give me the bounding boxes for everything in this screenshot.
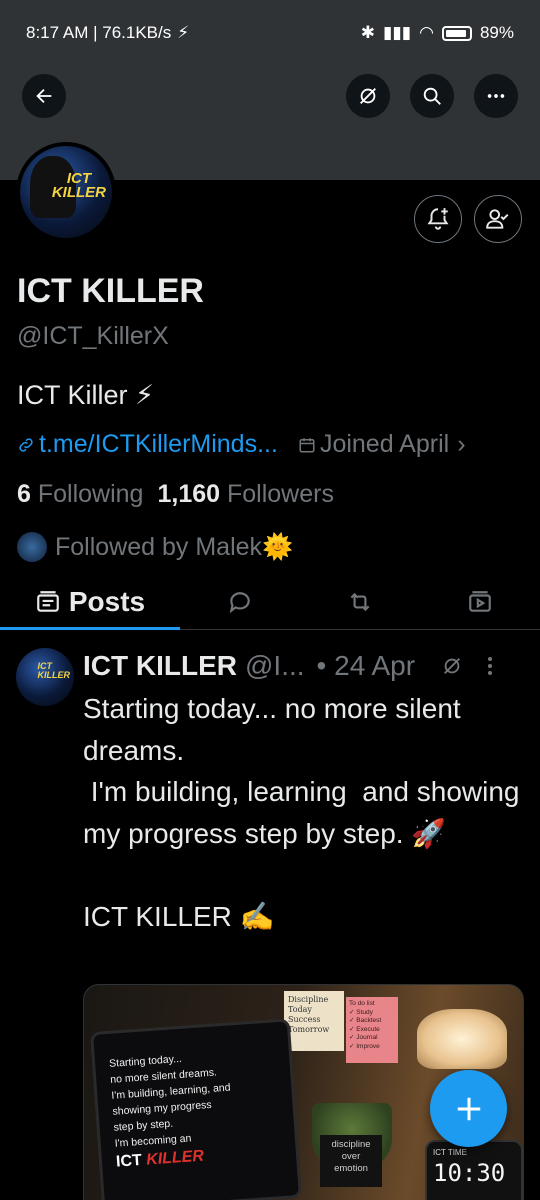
tab-posts[interactable]: Posts: [0, 574, 180, 630]
todo-item: ✓ Execute: [349, 1025, 380, 1033]
laptop-screen-text: Starting today... no more silent dreams.…: [109, 1048, 235, 1152]
more-options-button[interactable]: [474, 74, 518, 118]
repost-icon: [350, 592, 370, 611]
laptop-graphic: Starting today... no more silent dreams.…: [89, 1018, 303, 1200]
post-date[interactable]: • 24 Apr: [317, 650, 416, 682]
followers-count: 1,160: [157, 480, 221, 508]
profile-name: ICT KILLER: [17, 272, 204, 310]
back-button[interactable]: [22, 74, 66, 118]
avatar-logo-text: ICT KILLER: [51, 170, 106, 201]
tab-replies[interactable]: [180, 574, 300, 629]
followed-by[interactable]: Followed by Malek🌞: [17, 532, 293, 562]
grok-icon[interactable]: [441, 655, 463, 677]
laptop-brand-killer: KILLER: [145, 1147, 205, 1169]
status-bar: 8:17 AM | 76.1KB/s ⚡ ✱ ▮▮▮ ◠ 89%: [0, 0, 540, 66]
status-right: ✱ ▮▮▮ ◠ 89%: [361, 23, 514, 43]
back-arrow-icon: [36, 88, 52, 104]
sign-line: discipline: [331, 1139, 371, 1150]
followers-label: Followers: [226, 480, 334, 508]
post-text-line: [83, 854, 523, 896]
note-paper: Discipline Today Success Tomorrow: [284, 991, 344, 1051]
post-more-icon[interactable]: [487, 656, 493, 676]
note-line: Tomorrow: [288, 1025, 330, 1034]
todo-item: ✓ Study: [349, 1008, 373, 1016]
desk-clock: ICT TIME 10:30: [425, 1140, 523, 1200]
signal-icon: ▮▮▮: [383, 23, 412, 42]
grok-button[interactable]: [346, 74, 390, 118]
profile-handle: @ICT_KillerX: [17, 322, 169, 350]
laptop-brand-ict: ICT: [115, 1151, 143, 1171]
notify-button[interactable]: [414, 195, 462, 243]
reply-icon: [229, 591, 250, 613]
tab-media[interactable]: [420, 574, 540, 629]
search-icon: [423, 87, 441, 105]
joined-text: Joined April: [319, 430, 450, 458]
profile-meta: t.me/ICTKillerMinds... Joined April ›: [17, 430, 527, 459]
user-check-icon: [486, 209, 509, 229]
post-handle[interactable]: @I...: [245, 650, 305, 682]
notification-icon: ⚡: [177, 23, 190, 42]
laptop-brand: ICT KILLER: [116, 1148, 205, 1172]
post-text: Starting today... no more silent dreams.…: [83, 688, 523, 937]
follower-avatar: [17, 532, 47, 562]
clock-time: 10:30: [433, 1159, 506, 1187]
following-button[interactable]: [474, 195, 522, 243]
wifi-icon: ◠: [419, 23, 434, 42]
post-text-line: Starting today... no more silent dreams.: [83, 693, 461, 766]
following-label: Following: [37, 480, 144, 508]
bell-plus-icon: [427, 208, 449, 230]
post-header: ICT KILLER @I... • 24 Apr: [83, 650, 523, 682]
plus-icon: [457, 1097, 480, 1120]
post-text-line: I'm building, learning and showing my pr…: [83, 776, 528, 849]
profile-bio: ICT Killer ⚡: [17, 380, 154, 410]
joined-date: Joined April ›: [298, 430, 466, 459]
profile-link-text: t.me/ICTKillerMinds...: [39, 430, 278, 458]
battery-percent: 89%: [479, 23, 514, 42]
calendar-icon: [299, 437, 315, 452]
todo-item: ✓ Backtest: [349, 1017, 382, 1024]
note-line: Discipline: [288, 995, 329, 1004]
posts-icon: [37, 590, 59, 612]
bluetooth-icon: ✱: [360, 23, 376, 42]
compose-button[interactable]: [430, 1070, 507, 1147]
lamp-graphic: [417, 1009, 507, 1069]
todo-sticky-note: To do list ✓ Study ✓ Backtest ✓ Execute …: [346, 997, 398, 1063]
following-link[interactable]: 6 Following: [17, 480, 143, 509]
followers-link[interactable]: 1,160 Followers: [157, 480, 334, 509]
todo-item: ✓ Journal: [349, 1034, 378, 1041]
tab-reposts[interactable]: [300, 574, 420, 629]
grok-icon: [360, 88, 376, 104]
profile-link[interactable]: t.me/ICTKillerMinds...: [17, 430, 278, 459]
chevron-right-icon: ›: [457, 430, 466, 458]
search-button[interactable]: [410, 74, 454, 118]
discipline-sign: discipline over emotion: [320, 1135, 382, 1187]
note-line: Success: [288, 1015, 321, 1024]
more-icon: [487, 94, 505, 98]
post-author[interactable]: ICT KILLER: [83, 650, 237, 682]
status-time: 8:17 AM | 76.1KB/s: [26, 23, 172, 42]
following-count: 6: [17, 480, 31, 508]
media-icon: [469, 590, 491, 612]
post-avatar-logo-text: ICT KILLER: [37, 661, 71, 680]
note-line: Today: [288, 1005, 312, 1014]
follow-stats: 6 Following 1,160 Followers: [17, 480, 334, 509]
todo-title: To do list: [349, 1000, 375, 1007]
link-icon: [19, 437, 33, 452]
profile-avatar[interactable]: ICT KILLER: [16, 142, 116, 242]
clock-label: ICT TIME: [433, 1148, 467, 1157]
profile-tabs: Posts: [0, 574, 540, 630]
tab-posts-label: Posts: [68, 585, 146, 617]
sign-line: over: [341, 1151, 361, 1162]
post-avatar[interactable]: ICT KILLER: [16, 648, 74, 706]
todo-item: ✓ Improve: [349, 1042, 380, 1050]
status-left: 8:17 AM | 76.1KB/s ⚡: [26, 23, 189, 43]
post-text-line: ICT KILLER ✍️: [83, 900, 275, 932]
battery-icon: [441, 25, 472, 41]
followed-by-text: Followed by Malek🌞: [55, 532, 294, 561]
sign-line: emotion: [334, 1163, 368, 1174]
